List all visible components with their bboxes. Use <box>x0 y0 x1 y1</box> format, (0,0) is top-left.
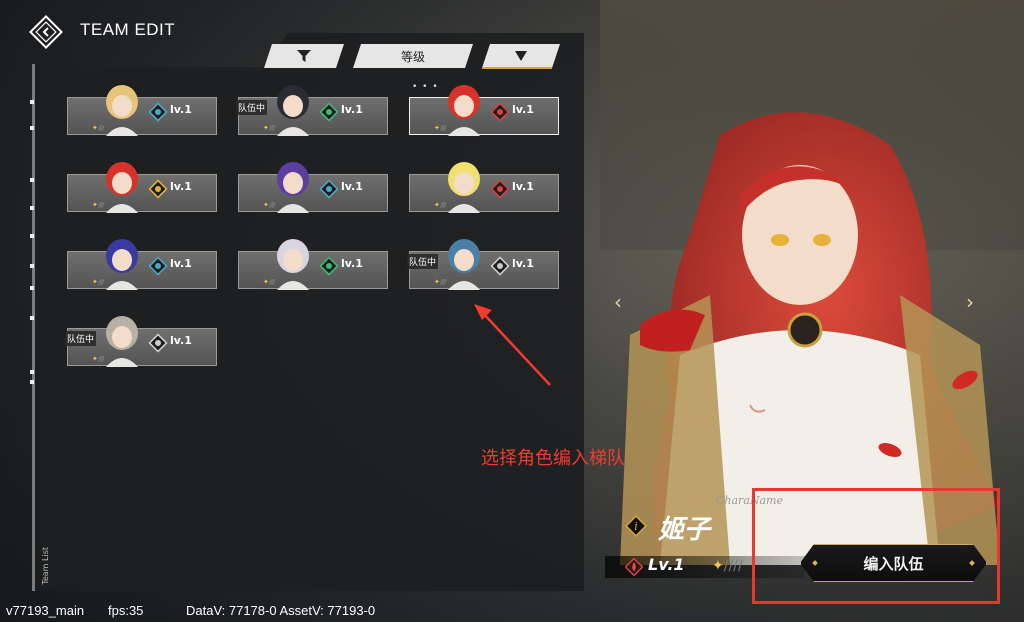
character-card[interactable]: lv.1 ✦ //// 队伍中 <box>236 85 388 136</box>
character-card[interactable]: lv.1 ✦ //// <box>238 239 388 290</box>
sort-order-button[interactable] <box>482 44 560 68</box>
card-level: lv.1 <box>170 257 192 270</box>
lightning-element-icon <box>148 179 168 199</box>
physical-element-icon <box>490 256 510 276</box>
next-character-arrow[interactable]: › <box>966 290 974 314</box>
rail-dot <box>30 100 34 104</box>
card-level: lv.1 <box>512 180 534 193</box>
rail-dot <box>30 264 34 268</box>
wind-element-icon <box>319 256 339 276</box>
annotation-text: 选择角色编入梯队 <box>481 448 625 469</box>
card-stars: ✦ //// <box>263 124 276 132</box>
annotation-arrow-icon <box>474 304 551 386</box>
in-team-badge: 队伍中 <box>65 331 97 346</box>
page-title: TEAM EDIT <box>80 20 176 39</box>
card-stars: ✦ //// <box>263 278 276 286</box>
build-version: v77193_main <box>6 603 85 618</box>
ice-element-icon <box>319 179 339 199</box>
card-stars: ✦ //// <box>434 278 447 286</box>
rail-dot <box>30 316 34 320</box>
triangle-down-icon <box>515 51 527 61</box>
card-stars: ✦ //// <box>92 355 105 363</box>
star-rank: ✦//// <box>712 558 743 574</box>
character-level: Lv.1 <box>648 555 685 574</box>
in-team-badge: 队伍中 <box>407 254 439 269</box>
rail-dot <box>30 126 34 130</box>
card-stars: ✦ //// <box>434 201 447 209</box>
card-level: lv.1 <box>170 180 192 193</box>
panel-accent-line <box>482 67 552 69</box>
ice-element-icon <box>148 102 168 122</box>
card-level: lv.1 <box>170 103 192 116</box>
physical-element-icon <box>148 333 168 353</box>
character-card[interactable]: lv.1 ✦ //// <box>238 162 388 213</box>
svg-text:i: i <box>634 520 638 533</box>
team-list-label: Team List <box>41 547 50 585</box>
debug-bar: v77193_main fps:35 DataV: 77178-0 AssetV… <box>0 600 1024 622</box>
back-diamond-icon[interactable] <box>28 14 64 50</box>
card-stars: ✦ //// <box>92 124 105 132</box>
card-level: lv.1 <box>341 180 363 193</box>
card-stars: ✦ //// <box>92 278 105 286</box>
fire-element-icon <box>490 179 510 199</box>
fps-counter: fps:35 <box>108 603 144 618</box>
filter-funnel-icon <box>296 49 312 63</box>
rail-dot <box>30 380 34 384</box>
character-name: 姬子 <box>658 515 711 545</box>
character-card[interactable]: lv.1 ✦ //// <box>67 239 217 290</box>
card-level: lv.1 <box>341 103 363 116</box>
selected-marker: • • • <box>412 82 439 92</box>
card-stars: ✦ //// <box>263 201 276 209</box>
character-card[interactable]: lv.1 ✦ //// • • • <box>409 82 559 136</box>
ice-element-icon <box>148 256 168 276</box>
character-card[interactable]: lv.1 ✦ //// <box>67 162 217 213</box>
prev-character-arrow[interactable]: ‹ <box>614 290 622 314</box>
card-level: lv.1 <box>512 103 534 116</box>
card-stars: ✦ //// <box>434 124 447 132</box>
card-level: lv.1 <box>512 257 534 270</box>
panel-rail <box>32 64 35 591</box>
rail-dot <box>30 206 34 210</box>
in-team-badge: 队伍中 <box>236 100 268 115</box>
fire-element-icon <box>490 102 510 122</box>
wind-element-icon <box>319 102 339 122</box>
rail-dot <box>30 178 34 182</box>
filter-button[interactable] <box>264 44 344 68</box>
character-card[interactable]: lv.1 ✦ //// 队伍中 <box>65 316 217 367</box>
character-card[interactable]: lv.1 ✦ //// <box>409 162 559 213</box>
card-level: lv.1 <box>341 257 363 270</box>
character-card[interactable]: lv.1 ✦ //// 队伍中 <box>407 239 559 290</box>
card-level: lv.1 <box>170 334 192 347</box>
sort-label: 等级 <box>400 49 425 64</box>
rail-dot <box>30 286 34 290</box>
rail-dot <box>30 370 34 374</box>
card-stars: ✦ //// <box>92 201 105 209</box>
info-icon[interactable]: i <box>625 515 647 537</box>
data-asset-version: DataV: 77178-0 AssetV: 77193-0 <box>186 603 376 618</box>
character-card[interactable]: lv.1 ✦ //// <box>67 85 217 136</box>
rail-dot <box>30 234 34 238</box>
sort-dropdown[interactable]: 等级 <box>353 44 473 68</box>
annotation-highlight-box <box>752 488 1000 604</box>
fire-element-icon <box>625 558 643 576</box>
